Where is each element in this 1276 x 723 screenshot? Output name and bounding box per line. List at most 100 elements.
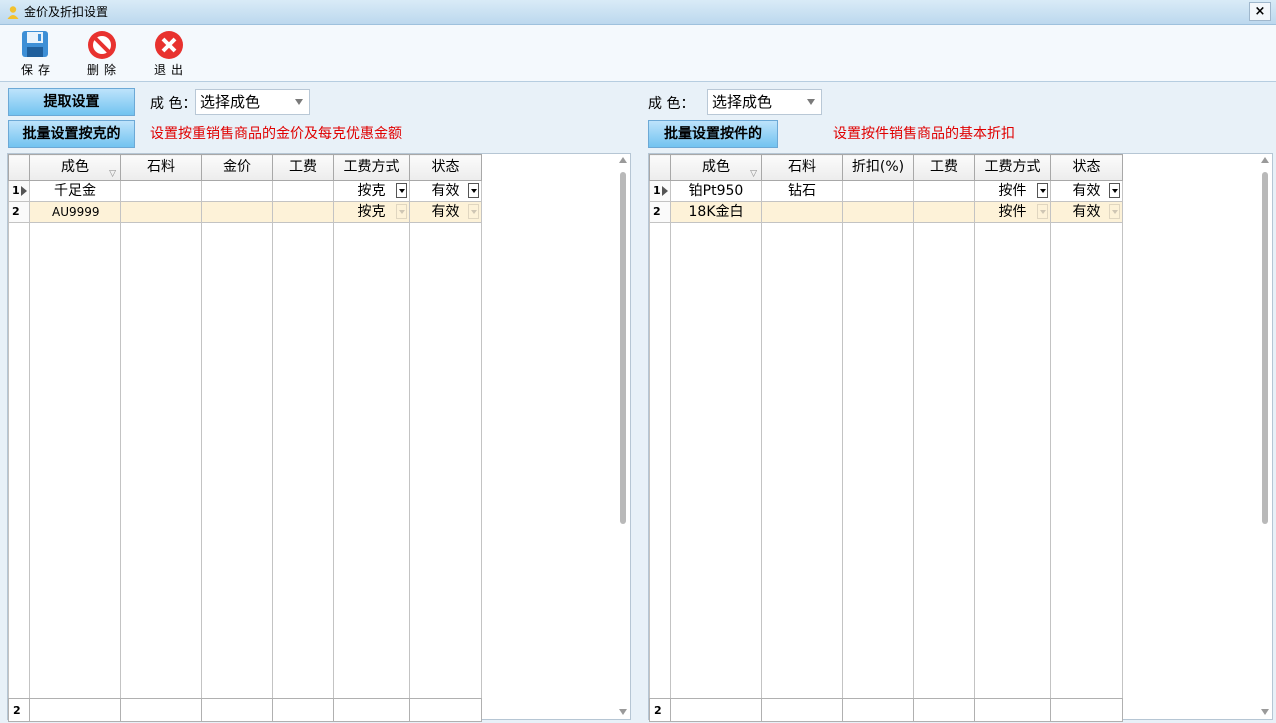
cell-stone[interactable]: 钻石 — [761, 180, 843, 202]
cell-status-value: 有效 — [1072, 204, 1101, 220]
right-color-select-value: 选择成色 — [712, 93, 773, 111]
dropdown-arrow-icon[interactable] — [468, 183, 479, 198]
dropdown-arrow-icon[interactable] — [1109, 204, 1120, 219]
empty-cell — [974, 222, 1051, 698]
dropdown-arrow-icon[interactable] — [1037, 183, 1048, 198]
cell-fee-mode-value: 按克 — [357, 183, 386, 199]
empty-cell — [1050, 222, 1123, 698]
sort-icon[interactable]: ▽ — [750, 162, 757, 180]
footer-cell — [409, 698, 482, 722]
footer-cell — [1050, 698, 1123, 722]
column-header[interactable]: 工费 — [272, 154, 334, 181]
chevron-down-icon — [807, 99, 815, 105]
batch-by-gram-button[interactable]: 批量设置按克的 — [8, 120, 135, 148]
column-header[interactable]: 石料 — [761, 154, 843, 181]
dropdown-arrow-icon[interactable] — [468, 204, 479, 219]
dropdown-arrow-icon[interactable] — [396, 183, 407, 198]
footer-cell — [272, 698, 334, 722]
scroll-up-icon[interactable] — [1261, 157, 1269, 163]
footer-cell — [842, 698, 914, 722]
window-title: 金价及折扣设置 — [24, 5, 109, 19]
cell-status-value: 有效 — [431, 204, 460, 220]
cell-discount[interactable] — [842, 201, 914, 223]
column-header[interactable]: 石料 — [120, 154, 202, 181]
delete-button[interactable]: 删除 — [76, 25, 128, 82]
scrollbar-thumb[interactable] — [620, 172, 626, 524]
cell-fee[interactable] — [913, 201, 975, 223]
cell-status[interactable]: 有效 — [409, 180, 482, 202]
empty-cell — [29, 222, 121, 698]
current-row-pointer-icon — [662, 186, 668, 196]
cell-fee-mode-value: 按件 — [998, 204, 1027, 220]
close-button[interactable]: × — [1249, 2, 1271, 21]
row-number: 2 — [649, 201, 671, 223]
left-vertical-scrollbar[interactable] — [616, 154, 630, 719]
cell-fee-mode[interactable]: 按件 — [974, 180, 1051, 202]
cell-discount[interactable] — [842, 180, 914, 202]
cell-status-value: 有效 — [431, 183, 460, 199]
empty-cell — [8, 222, 30, 698]
cell-color[interactable]: 铂Pt950 — [670, 180, 762, 202]
cell-fee[interactable] — [913, 180, 975, 202]
column-header[interactable]: 工费 — [913, 154, 975, 181]
cell-status[interactable]: 有效 — [1050, 201, 1123, 223]
column-header[interactable]: 工费方式 — [333, 154, 410, 181]
dropdown-arrow-icon[interactable] — [1037, 204, 1048, 219]
fetch-settings-button[interactable]: 提取设置 — [8, 88, 135, 116]
cell-price[interactable] — [201, 180, 273, 202]
cell-fee[interactable] — [272, 180, 334, 202]
cell-stone[interactable] — [120, 180, 202, 202]
table-row[interactable]: 1 铂Pt950 钻石 按件 有效 — [649, 180, 1123, 202]
cell-price[interactable] — [201, 201, 273, 223]
cell-stone[interactable] — [761, 201, 843, 223]
cell-fee-mode[interactable]: 按克 — [333, 180, 410, 202]
right-grid-footer: 2 — [649, 698, 1123, 722]
footer-row-count: 2 — [8, 698, 30, 722]
column-header[interactable]: 金价 — [201, 154, 273, 181]
footer-cell — [333, 698, 410, 722]
scroll-down-icon[interactable] — [619, 709, 627, 715]
cell-status[interactable]: 有效 — [1050, 180, 1123, 202]
save-button[interactable]: 保存 — [10, 25, 62, 82]
column-header[interactable]: 成色 ▽ — [29, 154, 121, 181]
batch-by-piece-button[interactable]: 批量设置按件的 — [648, 120, 778, 148]
column-header[interactable]: 状态 — [1050, 154, 1123, 181]
right-color-select[interactable]: 选择成色 — [707, 89, 822, 115]
cell-stone[interactable] — [120, 201, 202, 223]
scroll-up-icon[interactable] — [619, 157, 627, 163]
scrollbar-thumb[interactable] — [1262, 172, 1268, 524]
sort-icon[interactable]: ▽ — [109, 162, 116, 180]
empty-cell — [272, 222, 334, 698]
table-row[interactable]: 2 18K金白 按件 有效 — [649, 201, 1123, 223]
cell-fee-mode[interactable]: 按件 — [974, 201, 1051, 223]
right-color-label: 成 色： — [648, 96, 695, 112]
left-color-label: 成 色： — [150, 96, 197, 112]
empty-cell — [761, 222, 843, 698]
exit-button[interactable]: 退出 — [143, 25, 195, 82]
left-grid-footer: 2 — [8, 698, 482, 722]
table-row[interactable]: 1 千足金 按克 有效 — [8, 180, 482, 202]
chevron-down-icon — [295, 99, 303, 105]
cell-status-value: 有效 — [1072, 183, 1101, 199]
cell-color[interactable]: AU9999 — [29, 201, 121, 223]
right-grid-panel: 成色 ▽ 石料 折扣(%) 工费 工费方式 状态 1 铂Pt950 钻石 按件 有… — [648, 153, 1273, 722]
cell-fee[interactable] — [272, 201, 334, 223]
empty-cell — [670, 222, 762, 698]
cell-fee-mode[interactable]: 按克 — [333, 201, 410, 223]
column-header[interactable]: 折扣(%) — [842, 154, 914, 181]
dropdown-arrow-icon[interactable] — [396, 204, 407, 219]
column-header[interactable]: 工费方式 — [974, 154, 1051, 181]
dropdown-arrow-icon[interactable] — [1109, 183, 1120, 198]
column-header[interactable]: 状态 — [409, 154, 482, 181]
table-row[interactable]: 2 AU9999 按克 有效 — [8, 201, 482, 223]
footer-cell — [974, 698, 1051, 722]
right-vertical-scrollbar[interactable] — [1258, 154, 1272, 719]
left-color-select[interactable]: 选择成色 — [195, 89, 310, 115]
cell-color[interactable]: 18K金白 — [670, 201, 762, 223]
empty-cell — [333, 222, 410, 698]
cell-status[interactable]: 有效 — [409, 201, 482, 223]
scroll-down-icon[interactable] — [1261, 709, 1269, 715]
empty-area — [8, 222, 482, 698]
cell-color[interactable]: 千足金 — [29, 180, 121, 202]
column-header[interactable]: 成色 ▽ — [670, 154, 762, 181]
